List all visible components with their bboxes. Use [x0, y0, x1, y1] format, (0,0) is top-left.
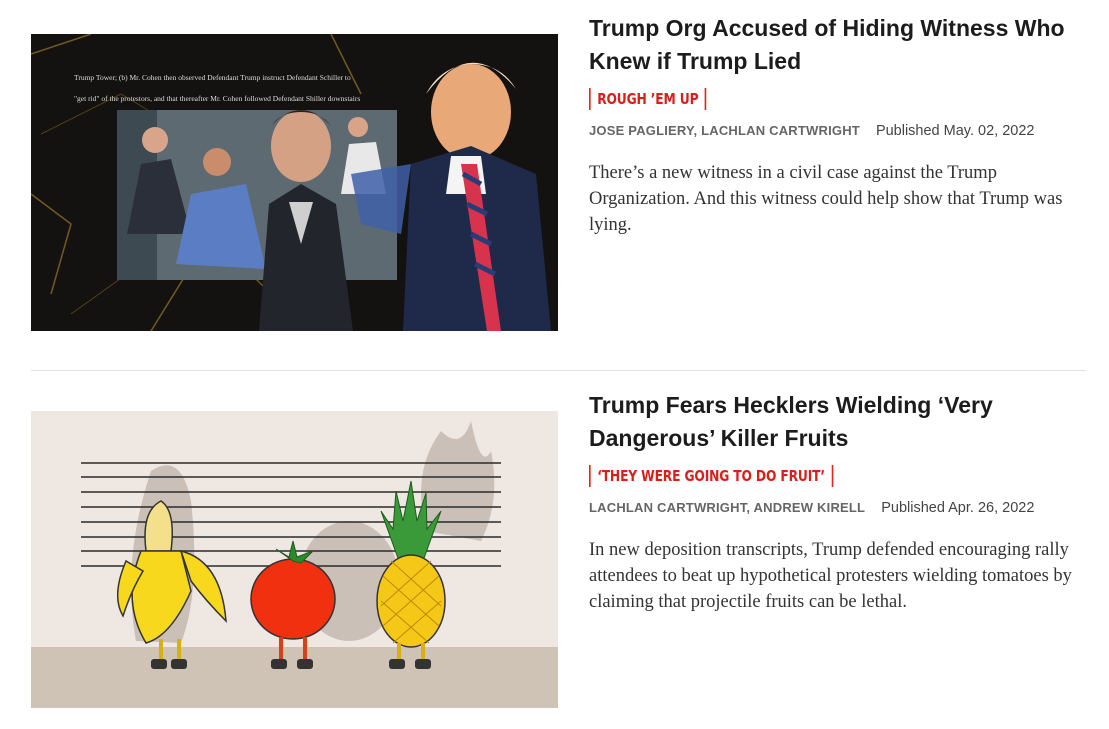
article-rubric[interactable]: ROUGH ’EM UP: [589, 88, 707, 110]
article-published-date: Published Apr. 26, 2022: [881, 500, 1035, 516]
fruit-lineup-illustration: [31, 411, 558, 708]
divider: [31, 370, 1086, 371]
article-thumbnail[interactable]: Trump Tower; (b) Mr. Cohen then observed…: [31, 34, 558, 331]
image-caption-line-1: Trump Tower; (b) Mr. Cohen then observed…: [74, 73, 351, 82]
article-text: Trump Org Accused of Hiding Witness Who …: [589, 12, 1089, 238]
article-text: Trump Fears Hecklers Wielding ‘Very Dang…: [589, 389, 1089, 615]
article-meta: JOSE PAGLIERY, LACHLAN CARTWRIGHT Publish…: [589, 122, 1089, 140]
article-rubric[interactable]: ‘THEY WERE GOING TO DO FRUIT’: [589, 465, 834, 487]
collage-image: Trump Tower; (b) Mr. Cohen then observed…: [31, 34, 558, 331]
article-thumbnail[interactable]: [31, 411, 558, 708]
article-dek: There’s a new witness in a civil case ag…: [589, 163, 1063, 235]
image-caption-line-2: "get rid" of the protestors, and that th…: [74, 94, 360, 103]
article-meta: LACHLAN CARTWRIGHT, ANDREW KIRELL Publish…: [589, 499, 1089, 517]
article-dek: In new deposition transcripts, Trump def…: [589, 540, 1072, 612]
article-authors[interactable]: LACHLAN CARTWRIGHT, ANDREW KIRELL: [589, 500, 865, 515]
article-headline[interactable]: Trump Org Accused of Hiding Witness Who …: [589, 12, 1089, 78]
article-authors[interactable]: JOSE PAGLIERY, LACHLAN CARTWRIGHT: [589, 123, 860, 138]
article-published-date: Published May. 02, 2022: [875, 123, 1035, 139]
article-headline[interactable]: Trump Fears Hecklers Wielding ‘Very Dang…: [589, 389, 1089, 455]
